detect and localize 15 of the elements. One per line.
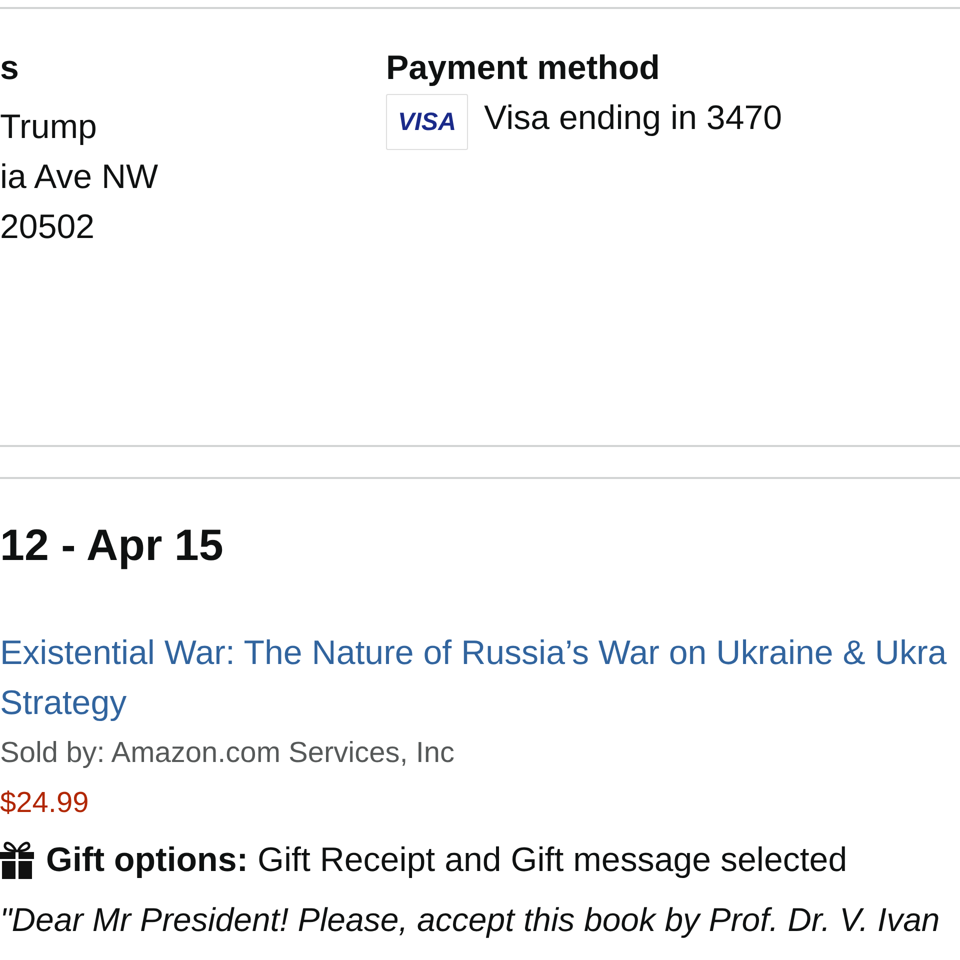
gift-icon — [0, 841, 34, 879]
section-heading: Payment method — [386, 48, 661, 88]
item-price: $24.99 — [0, 786, 90, 821]
section-heading: s — [0, 48, 20, 88]
product-title-link[interactable]: Existential War: The Nature of Russia’s War on Ukraine & Ukra — [0, 634, 947, 672]
address-line: Trump — [0, 107, 98, 148]
card-logo: VISA — [386, 94, 468, 150]
product-title-link[interactable]: Strategy — [0, 684, 127, 722]
delivery-date: 12 - Apr 15 — [0, 520, 224, 572]
card-description: Visa ending in 3470 — [484, 98, 782, 139]
address-line: ia Ave NW — [0, 157, 160, 198]
gift-message: "Dear Mr President! Please, accept this book by Prof. Dr. V. Ivan — [0, 900, 941, 940]
gift-options-text: Gift options: Gift Receipt and Gift message selected — [46, 840, 848, 881]
seller-text: Sold by: Amazon.com Services, Inc — [0, 736, 456, 771]
address-line: 20502 — [0, 207, 96, 248]
